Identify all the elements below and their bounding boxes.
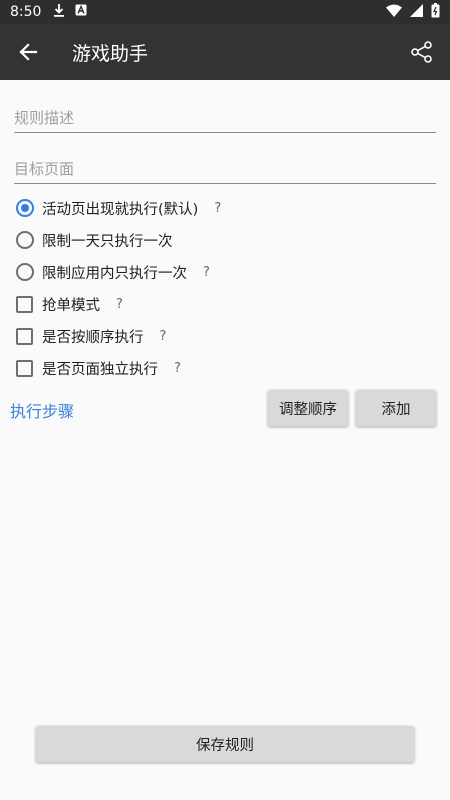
radio-label: 活动页出现就执行(默认) [42, 201, 199, 218]
page-title: 游戏助手 [72, 42, 149, 65]
add-step-button[interactable]: 添加 [356, 390, 436, 426]
target-page-field[interactable] [14, 154, 436, 184]
checkbox-option-page-independent[interactable]: 是否页面独立执行 ? [16, 355, 181, 381]
radio-option-once-per-day[interactable]: 限制一天只执行一次 [16, 227, 173, 253]
help-icon[interactable]: ? [203, 265, 210, 280]
help-icon[interactable]: ? [174, 361, 181, 376]
status-bar: 8:50 [0, 0, 450, 24]
target-page-input[interactable] [14, 154, 436, 183]
checkbox-label: 抢单模式 [42, 297, 100, 314]
radio-button[interactable] [16, 231, 34, 249]
share-icon [411, 41, 432, 63]
steps-heading[interactable]: 执行步骤 [10, 398, 74, 422]
radio-button-checked[interactable] [16, 199, 34, 217]
wifi-icon [386, 4, 402, 21]
reorder-button[interactable]: 调整顺序 [268, 390, 348, 426]
radio-button[interactable] [16, 263, 34, 281]
checkbox[interactable] [16, 359, 33, 377]
help-icon[interactable]: ? [116, 297, 123, 312]
save-rule-button[interactable]: 保存规则 [36, 726, 414, 762]
checkbox-option-sequential[interactable]: 是否按顺序执行 ? [16, 323, 166, 349]
rule-description-input[interactable] [14, 103, 436, 132]
app-toolbar: 游戏助手 [0, 24, 450, 80]
radio-option-once-in-app[interactable]: 限制应用内只执行一次 ? [16, 259, 210, 285]
checkbox-option-grab-mode[interactable]: 抢单模式 ? [16, 291, 123, 317]
share-button[interactable] [394, 24, 450, 80]
download-icon [53, 3, 65, 21]
radio-label: 限制一天只执行一次 [42, 233, 173, 250]
signal-icon [410, 3, 423, 21]
back-button[interactable] [0, 24, 56, 80]
a-badge-icon [75, 4, 87, 20]
battery-icon [431, 2, 440, 22]
checkbox-label: 是否页面独立执行 [42, 361, 158, 378]
radio-option-default[interactable]: 活动页出现就执行(默认) ? [16, 195, 221, 221]
status-time: 8:50 [10, 4, 42, 20]
arrow-back-icon [19, 43, 38, 61]
checkbox[interactable] [16, 327, 33, 345]
help-icon[interactable]: ? [160, 329, 167, 344]
checkbox[interactable] [16, 295, 33, 313]
rule-description-field[interactable] [14, 103, 436, 133]
checkbox-label: 是否按顺序执行 [42, 329, 144, 346]
radio-label: 限制应用内只执行一次 [42, 265, 187, 282]
help-icon[interactable]: ? [214, 201, 221, 216]
